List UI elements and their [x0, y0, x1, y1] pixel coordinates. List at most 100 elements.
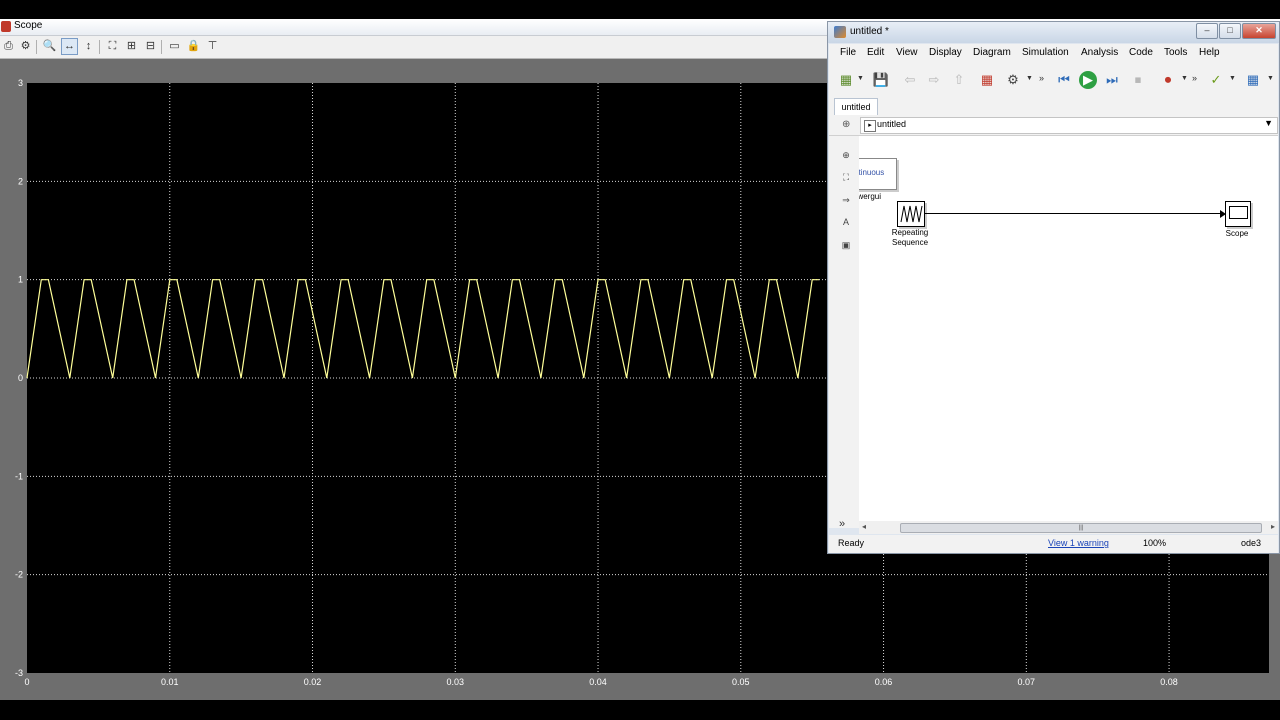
menu-code[interactable]: Code	[1129, 47, 1153, 58]
hide-browser-icon[interactable]: ⊕	[842, 119, 850, 130]
toolbar-separator	[161, 40, 162, 54]
model-config-icon[interactable]: ⚙	[1004, 71, 1022, 89]
check-dropdown-icon[interactable]: ▼	[1229, 75, 1236, 82]
new-dropdown-icon[interactable]: ▼	[857, 75, 864, 82]
parameters-icon[interactable]: ⚙	[18, 39, 33, 54]
menu-bar: File Edit View Display Diagram Simulatio…	[829, 44, 1278, 62]
restore-axes-icon[interactable]: ⊟	[143, 39, 158, 54]
record-dropdown-icon[interactable]: ▼	[1181, 75, 1188, 82]
forward-icon[interactable]: ⇨	[925, 71, 943, 89]
model-icon: ▸	[864, 120, 876, 132]
stop-icon[interactable]: ⏹	[1129, 71, 1147, 89]
y-tick-label: 3	[18, 78, 23, 88]
matlab-icon	[1, 21, 11, 32]
zoom-level: 100%	[1143, 538, 1167, 548]
address-bar: ⊕ ▸ untitled ▼	[829, 115, 1278, 136]
palette: ⊕ ⛶ ⇒ A ▣ »	[829, 136, 859, 530]
save-icon[interactable]: 💾	[872, 71, 890, 89]
grid-icon[interactable]: ▦	[1244, 71, 1262, 89]
chevron-down-icon[interactable]: ▼	[1264, 118, 1273, 128]
fit-to-view-icon[interactable]: ⛶	[839, 170, 853, 184]
x-tick-label: 0.02	[304, 677, 322, 687]
model-path: untitled	[877, 119, 907, 129]
zoom-x-icon[interactable]: ↔	[61, 38, 78, 55]
menu-help[interactable]: Help	[1199, 47, 1220, 58]
simulink-icon	[834, 26, 846, 38]
status-text: Ready	[838, 538, 865, 548]
more-icon[interactable]: »	[1192, 73, 1197, 83]
x-tick-label: 0.08	[1160, 677, 1178, 687]
tab-untitled[interactable]: untitled	[834, 98, 878, 115]
repeating-sequence-label: Repeating Sequence	[887, 228, 933, 248]
scroll-right-icon[interactable]: ▸	[1271, 522, 1275, 531]
library-browser-icon[interactable]: ▦	[978, 71, 996, 89]
x-tick-label: 0.06	[875, 677, 893, 687]
grid-dropdown-icon[interactable]: ▼	[1267, 75, 1274, 82]
run-icon[interactable]: ▶	[1079, 71, 1097, 89]
step-back-icon[interactable]: ⏮	[1055, 71, 1073, 89]
menu-simulation[interactable]: Simulation	[1022, 47, 1069, 58]
y-tick-label: 0	[18, 373, 23, 383]
scroll-left-icon[interactable]: ◂	[862, 522, 866, 531]
back-icon[interactable]: ⇦	[901, 71, 919, 89]
lock-icon[interactable]: 🔒	[186, 39, 201, 54]
simulink-title-bar: untitled * – □ ✕	[828, 22, 1279, 43]
arrow-icon[interactable]: ⇒	[839, 193, 853, 207]
horizontal-scrollbar[interactable]: ◂ ||| ▸	[859, 521, 1278, 534]
menu-edit[interactable]: Edit	[867, 47, 884, 58]
menu-view[interactable]: View	[896, 47, 918, 58]
y-tick-label: 1	[18, 275, 23, 285]
floating-scope-icon[interactable]: ▭	[167, 39, 182, 54]
up-icon[interactable]: ⇧	[950, 71, 968, 89]
powergui-block[interactable]: ntinuous	[859, 158, 897, 190]
record-icon[interactable]: ⏺	[1159, 71, 1177, 89]
annotation-icon[interactable]: A	[839, 215, 853, 229]
check-icon[interactable]: ✓	[1207, 71, 1225, 89]
scrollbar-thumb[interactable]: |||	[900, 523, 1262, 533]
warning-link[interactable]: View 1 warning	[1048, 538, 1109, 548]
more-icon[interactable]: »	[1039, 73, 1044, 83]
repeating-label-line-1: Repeating	[891, 228, 929, 237]
model-path-field[interactable]: ▸ untitled ▼	[860, 117, 1278, 134]
save-axes-icon[interactable]: ⊞	[124, 39, 139, 54]
menu-file[interactable]: File	[840, 47, 856, 58]
menu-analysis[interactable]: Analysis	[1081, 47, 1118, 58]
signal-line[interactable]	[924, 213, 1222, 214]
scope-window-title: Scope	[14, 20, 43, 31]
powergui-mode: ntinuous	[859, 168, 885, 177]
x-tick-label: 0.07	[1018, 677, 1036, 687]
menu-tools[interactable]: Tools	[1164, 47, 1187, 58]
tab-strip: untitled	[829, 98, 1278, 115]
maximize-button[interactable]: □	[1219, 23, 1241, 39]
powergui-label: owergui	[859, 192, 882, 201]
status-bar: Ready View 1 warning 100% ode3	[829, 535, 1278, 553]
print-icon[interactable]: ⎙	[1, 39, 16, 54]
y-tick-label: -3	[15, 668, 23, 678]
y-tick-label: -1	[15, 471, 23, 481]
menu-display[interactable]: Display	[929, 47, 962, 58]
autoscale-icon[interactable]: ⛶	[105, 39, 120, 54]
sawtooth-icon	[900, 205, 923, 223]
close-button[interactable]: ✕	[1242, 23, 1276, 39]
x-tick-label: 0.04	[589, 677, 607, 687]
config-dropdown-icon[interactable]: ▼	[1026, 75, 1033, 82]
zoom-icon[interactable]: 🔍	[42, 39, 57, 54]
scope-block[interactable]	[1225, 201, 1251, 227]
expand-icon[interactable]: »	[839, 518, 845, 530]
signal-selection-icon[interactable]: ⊤	[205, 39, 220, 54]
x-tick-label: 0.05	[732, 677, 750, 687]
scope-screen-icon	[1229, 206, 1248, 219]
model-canvas[interactable]: ntinuous owergui Repeating Sequence Scop…	[859, 136, 1278, 521]
y-tick-label: 2	[18, 176, 23, 186]
repeating-label-line-2: Sequence	[891, 238, 929, 247]
image-icon[interactable]: ▣	[839, 238, 853, 252]
minimize-button[interactable]: –	[1196, 23, 1218, 39]
step-forward-icon[interactable]: ⏭	[1103, 71, 1121, 89]
menu-diagram[interactable]: Diagram	[973, 47, 1011, 58]
new-model-icon[interactable]: ▦	[837, 71, 855, 89]
repeating-sequence-block[interactable]	[897, 201, 925, 227]
x-tick-label: 0	[24, 677, 29, 687]
zoom-y-icon[interactable]: ↕	[81, 39, 96, 54]
scope-block-label: Scope	[1225, 229, 1249, 238]
zoom-icon[interactable]: ⊕	[839, 148, 853, 162]
